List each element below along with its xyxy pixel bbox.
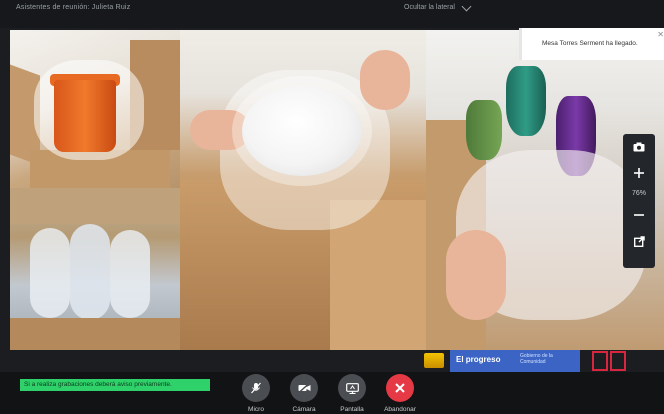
shared-content-area (10, 30, 664, 350)
zoom-in-button[interactable] (623, 160, 655, 186)
close-icon[interactable]: ✕ (657, 30, 664, 39)
chevron-down-icon (461, 1, 472, 11)
notification-message: Mesa Torres Serment ha llegado. (542, 40, 638, 47)
orange-pot (54, 80, 116, 152)
wrapped-glass (70, 224, 110, 320)
camera-off-icon (298, 383, 310, 393)
microphone-off-icon (251, 382, 261, 394)
minus-icon (634, 214, 644, 216)
wrapped-glass (30, 228, 70, 318)
open-external-button[interactable] (623, 228, 655, 254)
screen-label: Pantalla (340, 406, 364, 413)
snapshot-button[interactable] (623, 134, 655, 160)
external-link-icon (633, 235, 645, 247)
screen-share-icon (345, 382, 359, 394)
close-icon (395, 383, 405, 393)
sponsor-logos: El progreso Gobierno de la Comunidad (420, 350, 664, 372)
teal-vase (506, 66, 546, 136)
box-flap (10, 188, 180, 224)
badge-title: El progreso (456, 355, 501, 364)
top-bar: Asistentes de reunión: Julieta Ruiz Ocul… (0, 0, 664, 28)
zoom-out-button[interactable] (623, 202, 655, 228)
red-logo (592, 351, 628, 371)
layout-toggle[interactable]: Ocultar la lateral (404, 1, 472, 11)
photo-orange-pot-box (10, 30, 180, 188)
layout-toggle-label: Ocultar la lateral (404, 4, 455, 11)
camera-button[interactable] (290, 374, 318, 402)
mic-button[interactable] (242, 374, 270, 402)
coat-of-arms-logo (424, 353, 444, 368)
camera-icon (633, 142, 645, 152)
call-controls: Micro Cámara Pantalla Abandonar (236, 372, 420, 413)
program-badge: El progreso Gobierno de la Comunidad (450, 350, 580, 372)
mic-label: Micro (248, 406, 264, 413)
green-vase (466, 100, 502, 160)
screen-button[interactable] (338, 374, 366, 402)
badge-subtitle: Gobierno de la Comunidad (520, 353, 553, 365)
meeting-title: Asistentes de reunión: Julieta Ruiz (16, 4, 131, 11)
hand (446, 230, 506, 320)
leave-control[interactable]: Abandonar (380, 372, 420, 413)
zoom-toolbar: 76% (623, 134, 655, 268)
leave-label: Abandonar (384, 406, 416, 413)
arrival-notification: Mesa Torres Serment ha llegado. ✕ (519, 28, 664, 60)
photo-wrapped-glasses (10, 188, 180, 350)
box-front (10, 318, 180, 350)
wrapped-glass (110, 230, 150, 318)
photo-plate-packing (180, 30, 426, 350)
camera-control[interactable]: Cámara (284, 372, 324, 413)
leave-button[interactable] (386, 374, 414, 402)
plus-icon (634, 168, 644, 178)
recording-notice: Si a realiza grabaciones deberá aviso pr… (20, 379, 210, 391)
hand (190, 110, 250, 150)
screen-control[interactable]: Pantalla (332, 372, 372, 413)
zoom-level: 76% (631, 190, 646, 197)
white-plate (242, 86, 362, 176)
camera-label: Cámara (292, 406, 316, 413)
mic-control[interactable]: Micro (236, 372, 276, 413)
hand (360, 50, 410, 110)
